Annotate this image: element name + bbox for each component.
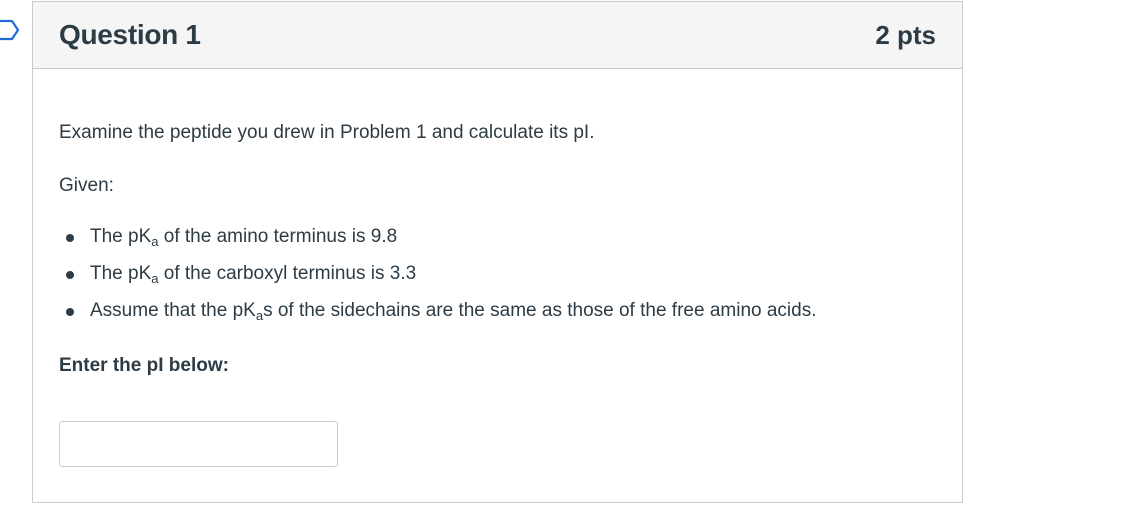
question-points: 2 pts: [875, 20, 936, 50]
bookmark-flag-icon[interactable]: [0, 19, 20, 41]
question-card: Question 1 2 pts Examine the peptide you…: [32, 1, 963, 503]
given-list: The pKa of the amino terminus is 9.8 The…: [59, 226, 816, 337]
answer-prompt: Enter the pI below:: [59, 355, 229, 376]
question-header: Question 1 2 pts: [33, 2, 962, 69]
question-title: Question 1: [59, 19, 201, 50]
list-item: The pKa of the amino terminus is 9.8: [59, 226, 816, 263]
answer-input[interactable]: [59, 421, 338, 467]
list-item: Assume that the pKas of the sidechains a…: [59, 300, 816, 337]
bullet-icon: [66, 308, 74, 316]
given-label: Given:: [59, 175, 114, 196]
bullet-icon: [66, 234, 74, 242]
list-item: The pKa of the carboxyl terminus is 3.3: [59, 263, 816, 300]
bullet-icon: [66, 271, 74, 279]
question-text: Examine the peptide you drew in Problem …: [59, 122, 595, 143]
